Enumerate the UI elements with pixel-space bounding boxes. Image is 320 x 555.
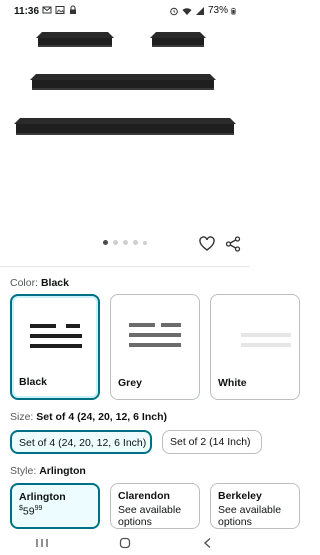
mail-icon <box>42 6 52 14</box>
size-selected-value: Set of 4 (24, 20, 12, 6 Inch) <box>36 411 167 423</box>
size-label-row: Size: Set of 4 (24, 20, 12, 6 Inch) <box>10 411 167 423</box>
lock-icon <box>70 5 76 14</box>
size-option-set-of-4[interactable]: Set of 4 (24, 20, 12, 6 Inch) <box>10 430 152 454</box>
status-time: 11:36 <box>14 6 40 17</box>
style-label-row: Style: Arlington <box>10 465 86 477</box>
shelf-medium <box>30 74 216 90</box>
shelf-small-left <box>36 32 114 47</box>
image-icon <box>55 6 65 14</box>
color-option-black[interactable]: Black <box>10 294 100 400</box>
wifi-icon <box>182 7 192 15</box>
size-label: Size: <box>10 411 34 423</box>
home-icon <box>119 537 131 549</box>
back-button[interactable] <box>193 534 223 552</box>
style-selected-value: Arlington <box>39 465 86 477</box>
style-option-arlington[interactable]: Arlington $5999 <box>10 483 100 529</box>
status-system-icons: 73% <box>169 5 238 16</box>
style-option-berkeley[interactable]: Berkeley See available options <box>210 483 300 529</box>
status-notification-icons <box>42 5 78 15</box>
style-option-label: Arlington <box>19 491 66 503</box>
android-nav-bar <box>0 531 250 555</box>
style-option-clarendon[interactable]: Clarendon See available options <box>110 483 200 529</box>
back-icon <box>204 537 211 549</box>
shelf-smallest <box>150 32 206 47</box>
shelf-large <box>14 118 236 135</box>
size-option-label: Set of 2 (14 Inch) <box>170 436 251 448</box>
share-icon[interactable] <box>225 236 241 252</box>
section-divider <box>0 266 250 267</box>
style-option-label: Clarendon <box>118 490 170 502</box>
style-label: Style: <box>10 465 37 477</box>
gallery-dot[interactable] <box>133 240 138 245</box>
status-bar: 11:36 73% <box>0 0 250 22</box>
gallery-dot[interactable] <box>143 240 147 245</box>
battery-icon <box>231 7 236 14</box>
signal-icon <box>195 6 204 15</box>
color-option-label: Black <box>19 376 48 388</box>
gallery-dot[interactable] <box>103 240 108 245</box>
style-option-price: $5999 <box>19 505 91 518</box>
style-option-availability: See available options <box>118 504 182 528</box>
size-option-label: Set of 4 (24, 20, 12, 6 Inch) <box>19 437 147 449</box>
color-selected-value: Black <box>40 277 69 289</box>
size-options: Set of 4 (24, 20, 12, 6 Inch) Set of 2 (… <box>10 430 270 454</box>
color-option-grey[interactable]: Grey <box>110 294 200 400</box>
color-option-white[interactable]: White <box>210 294 300 400</box>
color-swatch-black <box>30 324 82 348</box>
home-button[interactable] <box>110 534 140 552</box>
color-options: Black Grey White <box>10 294 300 400</box>
price-fraction: 99 <box>34 505 43 512</box>
product-image[interactable] <box>0 22 250 232</box>
color-label: Color: <box>10 277 39 289</box>
style-option-label: Berkeley <box>218 490 262 502</box>
size-option-set-of-2[interactable]: Set of 2 (14 Inch) <box>162 430 262 454</box>
style-option-availability: See available options <box>218 504 282 528</box>
heart-icon[interactable] <box>199 236 215 252</box>
recents-button[interactable] <box>27 534 57 552</box>
color-option-label: Grey <box>118 377 142 389</box>
color-swatch-white <box>241 333 291 347</box>
price-whole: 59 <box>22 505 35 518</box>
floating-shelves-image <box>14 32 236 135</box>
battery-percent: 73% <box>207 5 228 16</box>
recents-icon <box>36 539 48 547</box>
color-option-label: White <box>218 377 247 389</box>
color-swatch-grey <box>129 323 181 347</box>
gallery-dot[interactable] <box>113 240 118 245</box>
gallery-dot[interactable] <box>123 240 128 245</box>
color-label-row: Color: Black <box>10 277 69 289</box>
alarm-icon <box>170 7 178 15</box>
style-options: Arlington $5999 Clarendon See available … <box>10 483 300 529</box>
